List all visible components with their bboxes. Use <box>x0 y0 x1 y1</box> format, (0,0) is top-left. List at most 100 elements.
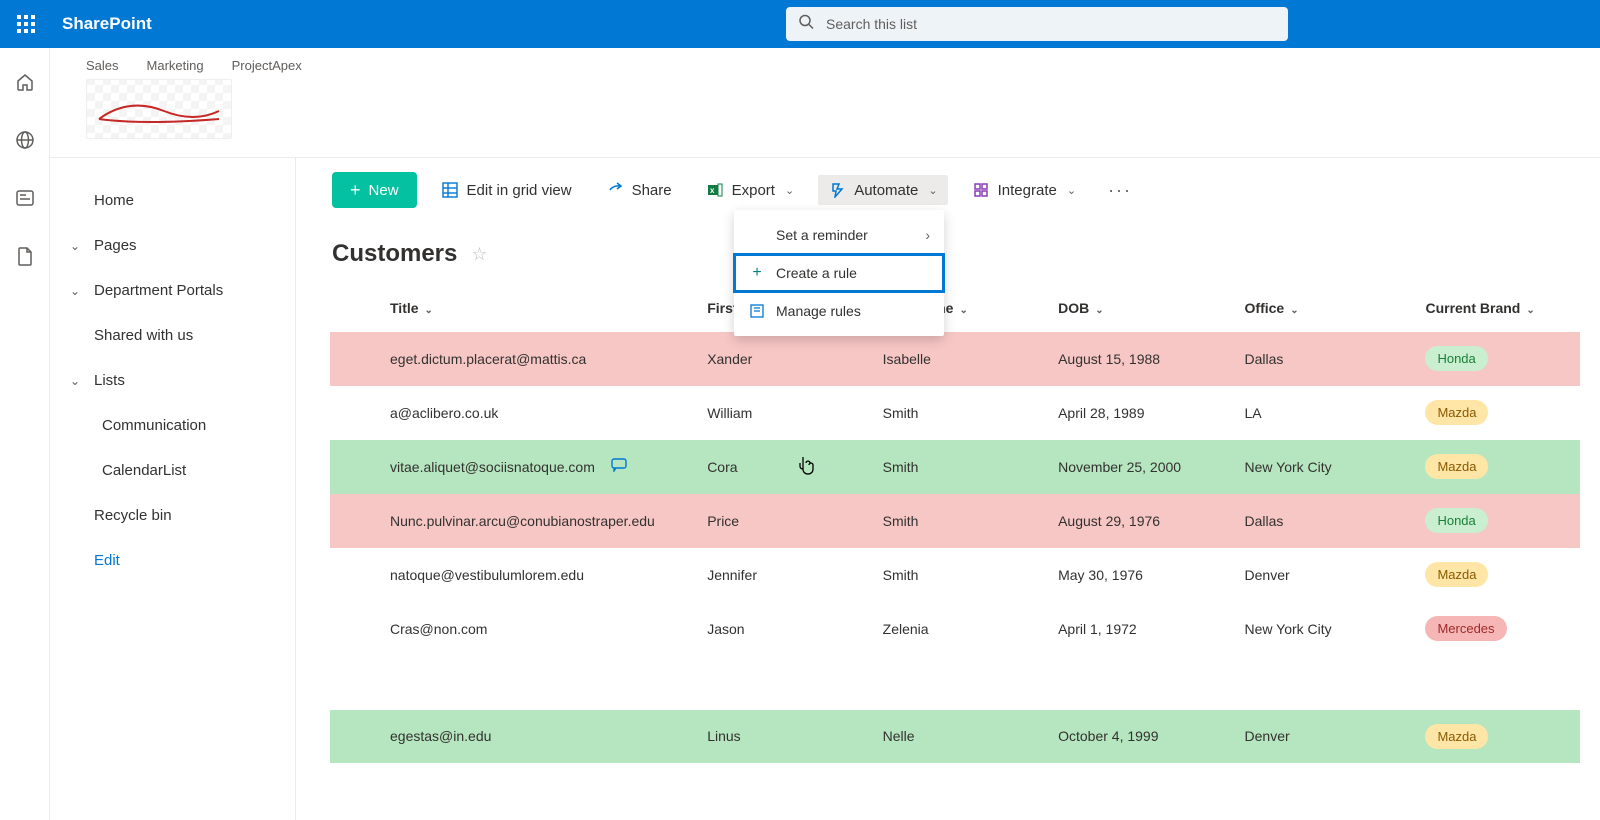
share-button[interactable]: Share <box>596 175 682 205</box>
app-launcher-icon[interactable] <box>10 8 42 40</box>
cell-office: Dallas <box>1235 332 1416 386</box>
cell-title: eget.dictum.placerat@mattis.ca <box>390 351 687 367</box>
table-row[interactable]: a@aclibero.co.uk WilliamSmithApril 28, 19… <box>330 386 1580 440</box>
integrate-icon <box>972 181 990 199</box>
cell-last-name: Zelenia <box>873 602 1048 656</box>
col-header-title[interactable]: Title⌄ <box>330 288 697 332</box>
table-row[interactable]: natoque@vestibulumlorem.eduJenniferSmith… <box>330 548 1580 602</box>
menu-set-reminder[interactable]: Set a reminder › <box>734 216 944 254</box>
cell-office: New York City <box>1235 440 1416 494</box>
export-label: Export <box>732 182 775 199</box>
list-table: Title⌄ First Name⌄ Last Name⌄ DOB⌄ Offic… <box>330 288 1580 764</box>
brand-pill: Honda <box>1425 346 1487 371</box>
favorite-star-icon[interactable]: ☆ <box>471 244 487 265</box>
cell-brand: Mazda <box>1415 440 1580 494</box>
nav-recycle-bin[interactable]: Recycle bin <box>50 493 295 538</box>
col-header-dob[interactable]: DOB⌄ <box>1048 288 1234 332</box>
cell-first-name: William <box>697 386 872 440</box>
news-icon[interactable] <box>13 186 37 210</box>
nav-edit[interactable]: Edit <box>50 538 295 583</box>
table-row[interactable]: Nunc.pulvinar.arcu@conubianostraper.eduP… <box>330 494 1580 548</box>
nav-shared[interactable]: Shared with us <box>50 313 295 358</box>
app-rail <box>0 48 50 820</box>
brand-pill: Honda <box>1425 508 1487 533</box>
search-icon <box>798 14 814 35</box>
cell-brand: Mazda <box>1415 386 1580 440</box>
col-header-brand[interactable]: Current Brand⌄ <box>1415 288 1580 332</box>
globe-icon[interactable] <box>13 128 37 152</box>
left-nav: Home ⌄Pages ⌄Department Portals Shared w… <box>50 158 296 820</box>
hub-nav-item[interactable]: Marketing <box>147 58 204 73</box>
export-button[interactable]: x Export ⌄ <box>696 175 805 205</box>
brand-pill: Mercedes <box>1425 616 1506 641</box>
site-logo[interactable] <box>86 79 232 139</box>
hub-nav-item[interactable]: Sales <box>86 58 119 73</box>
cell-last-name: Smith <box>873 548 1048 602</box>
menu-create-rule[interactable]: + Create a rule <box>734 254 944 292</box>
chevron-down-icon: ⌄ <box>1095 305 1103 316</box>
table-row[interactable]: Cras@non.comJasonZeleniaApril 1, 1972New… <box>330 602 1580 656</box>
cell-dob: April 1, 1972 <box>1048 602 1234 656</box>
hub-header: Sales Marketing ProjectApex <box>50 48 1600 158</box>
cell-title: Cras@non.com <box>390 621 687 637</box>
integrate-button[interactable]: Integrate ⌄ <box>962 175 1086 205</box>
nav-calendarlist[interactable]: CalendarList <box>50 448 295 493</box>
table-row[interactable]: eget.dictum.placerat@mattis.caXanderIsab… <box>330 332 1580 386</box>
list-title-row: Customers ☆ <box>296 222 1600 288</box>
menu-label: Create a rule <box>776 265 857 281</box>
cell-office: New York City <box>1235 602 1416 656</box>
cell-last-name: Nelle <box>873 710 1048 764</box>
menu-manage-rules[interactable]: Manage rules <box>734 292 944 330</box>
edit-grid-label: Edit in grid view <box>467 182 572 199</box>
cell-first-name: Jennifer <box>697 548 872 602</box>
list-title: Customers <box>332 240 457 268</box>
col-header-office[interactable]: Office⌄ <box>1235 288 1416 332</box>
content-area: Sales Marketing ProjectApex Home ⌄Pages … <box>50 48 1600 820</box>
home-icon[interactable] <box>13 70 37 94</box>
automate-label: Automate <box>854 182 918 199</box>
table-row[interactable]: egestas@in.eduLinusNelleOctober 4, 1999D… <box>330 710 1580 764</box>
menu-label: Set a reminder <box>776 227 868 243</box>
cell-dob: October 4, 1999 <box>1048 710 1234 764</box>
app-title[interactable]: SharePoint <box>62 14 152 34</box>
cell-title: egestas@in.edu <box>390 728 687 744</box>
list-table-wrapper: Title⌄ First Name⌄ Last Name⌄ DOB⌄ Offic… <box>296 288 1600 764</box>
cell-title: Nunc.pulvinar.arcu@conubianostraper.edu <box>390 513 687 529</box>
chevron-down-icon: ⌄ <box>68 284 82 298</box>
nav-lists[interactable]: ⌄Lists <box>50 358 295 403</box>
hub-nav-item[interactable]: ProjectApex <box>232 58 302 73</box>
integrate-label: Integrate <box>998 182 1057 199</box>
automate-button[interactable]: Automate ⌄ <box>818 175 947 205</box>
cell-office: LA <box>1235 386 1416 440</box>
cell-dob: August 15, 1988 <box>1048 332 1234 386</box>
cell-brand: Mazda <box>1415 710 1580 764</box>
table-row[interactable]: vitae.aliquet@sociisnatoque.comCoraSmith… <box>330 440 1580 494</box>
menu-label: Manage rules <box>776 303 861 319</box>
nav-communication[interactable]: Communication <box>50 403 295 448</box>
share-label: Share <box>632 182 672 199</box>
share-icon <box>606 181 624 199</box>
search-input[interactable] <box>786 7 1288 41</box>
cell-last-name: Isabelle <box>873 332 1048 386</box>
brand-pill: Mazda <box>1425 454 1488 479</box>
chevron-right-icon: › <box>925 227 930 243</box>
cell-last-name: Smith <box>873 386 1048 440</box>
more-button[interactable]: ··· <box>1100 176 1140 205</box>
new-button[interactable]: + New <box>332 172 417 208</box>
nav-home[interactable]: Home <box>50 178 295 223</box>
chevron-down-icon: ⌄ <box>425 305 433 316</box>
file-icon[interactable] <box>13 244 37 268</box>
comment-icon[interactable] <box>611 458 627 475</box>
command-bar: + New Edit in grid view Share x Export <box>296 158 1600 222</box>
main-pane: + New Edit in grid view Share x Export <box>296 158 1600 820</box>
cell-brand: Honda <box>1415 332 1580 386</box>
cell-dob: April 28, 1989 <box>1048 386 1234 440</box>
edit-grid-button[interactable]: Edit in grid view <box>431 175 582 205</box>
brand-pill: Mazda <box>1425 400 1488 425</box>
cell-title: a@aclibero.co.uk <box>390 405 687 421</box>
excel-icon: x <box>706 181 724 199</box>
brand-pill: Mazda <box>1425 724 1488 749</box>
nav-pages[interactable]: ⌄Pages <box>50 223 295 268</box>
nav-department-portals[interactable]: ⌄Department Portals <box>50 268 295 313</box>
chevron-down-icon: ⌄ <box>785 184 794 197</box>
